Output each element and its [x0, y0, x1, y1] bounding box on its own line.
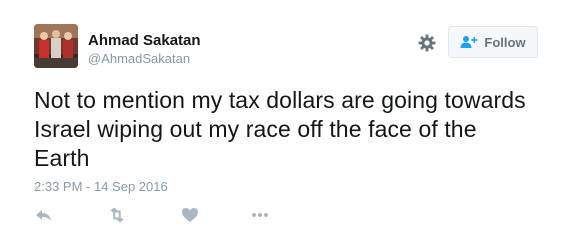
tweet-text: Not to mention my tax dollars are going …: [34, 87, 526, 171]
author-avatar[interactable]: [34, 24, 78, 68]
tweet-timestamp[interactable]: 2:33 PM - 14 Sep 2016: [34, 179, 168, 194]
avatar-photo: [34, 24, 78, 68]
follow-button[interactable]: Follow: [448, 26, 538, 58]
author-display-name[interactable]: Ahmad Sakatan: [88, 32, 201, 50]
author-screen-name[interactable]: @AhmadSakatan: [88, 51, 190, 67]
add-user-icon: [460, 36, 478, 48]
follow-button-label: Follow: [484, 34, 526, 50]
gear-icon[interactable]: [417, 33, 437, 53]
tweet-card: Ahmad Sakatan @AhmadSakatan Follow Not t…: [0, 0, 566, 244]
reply-icon[interactable]: [34, 205, 54, 225]
retweet-icon[interactable]: [106, 205, 126, 225]
heart-icon[interactable]: [180, 205, 200, 225]
more-icon[interactable]: [250, 205, 270, 225]
